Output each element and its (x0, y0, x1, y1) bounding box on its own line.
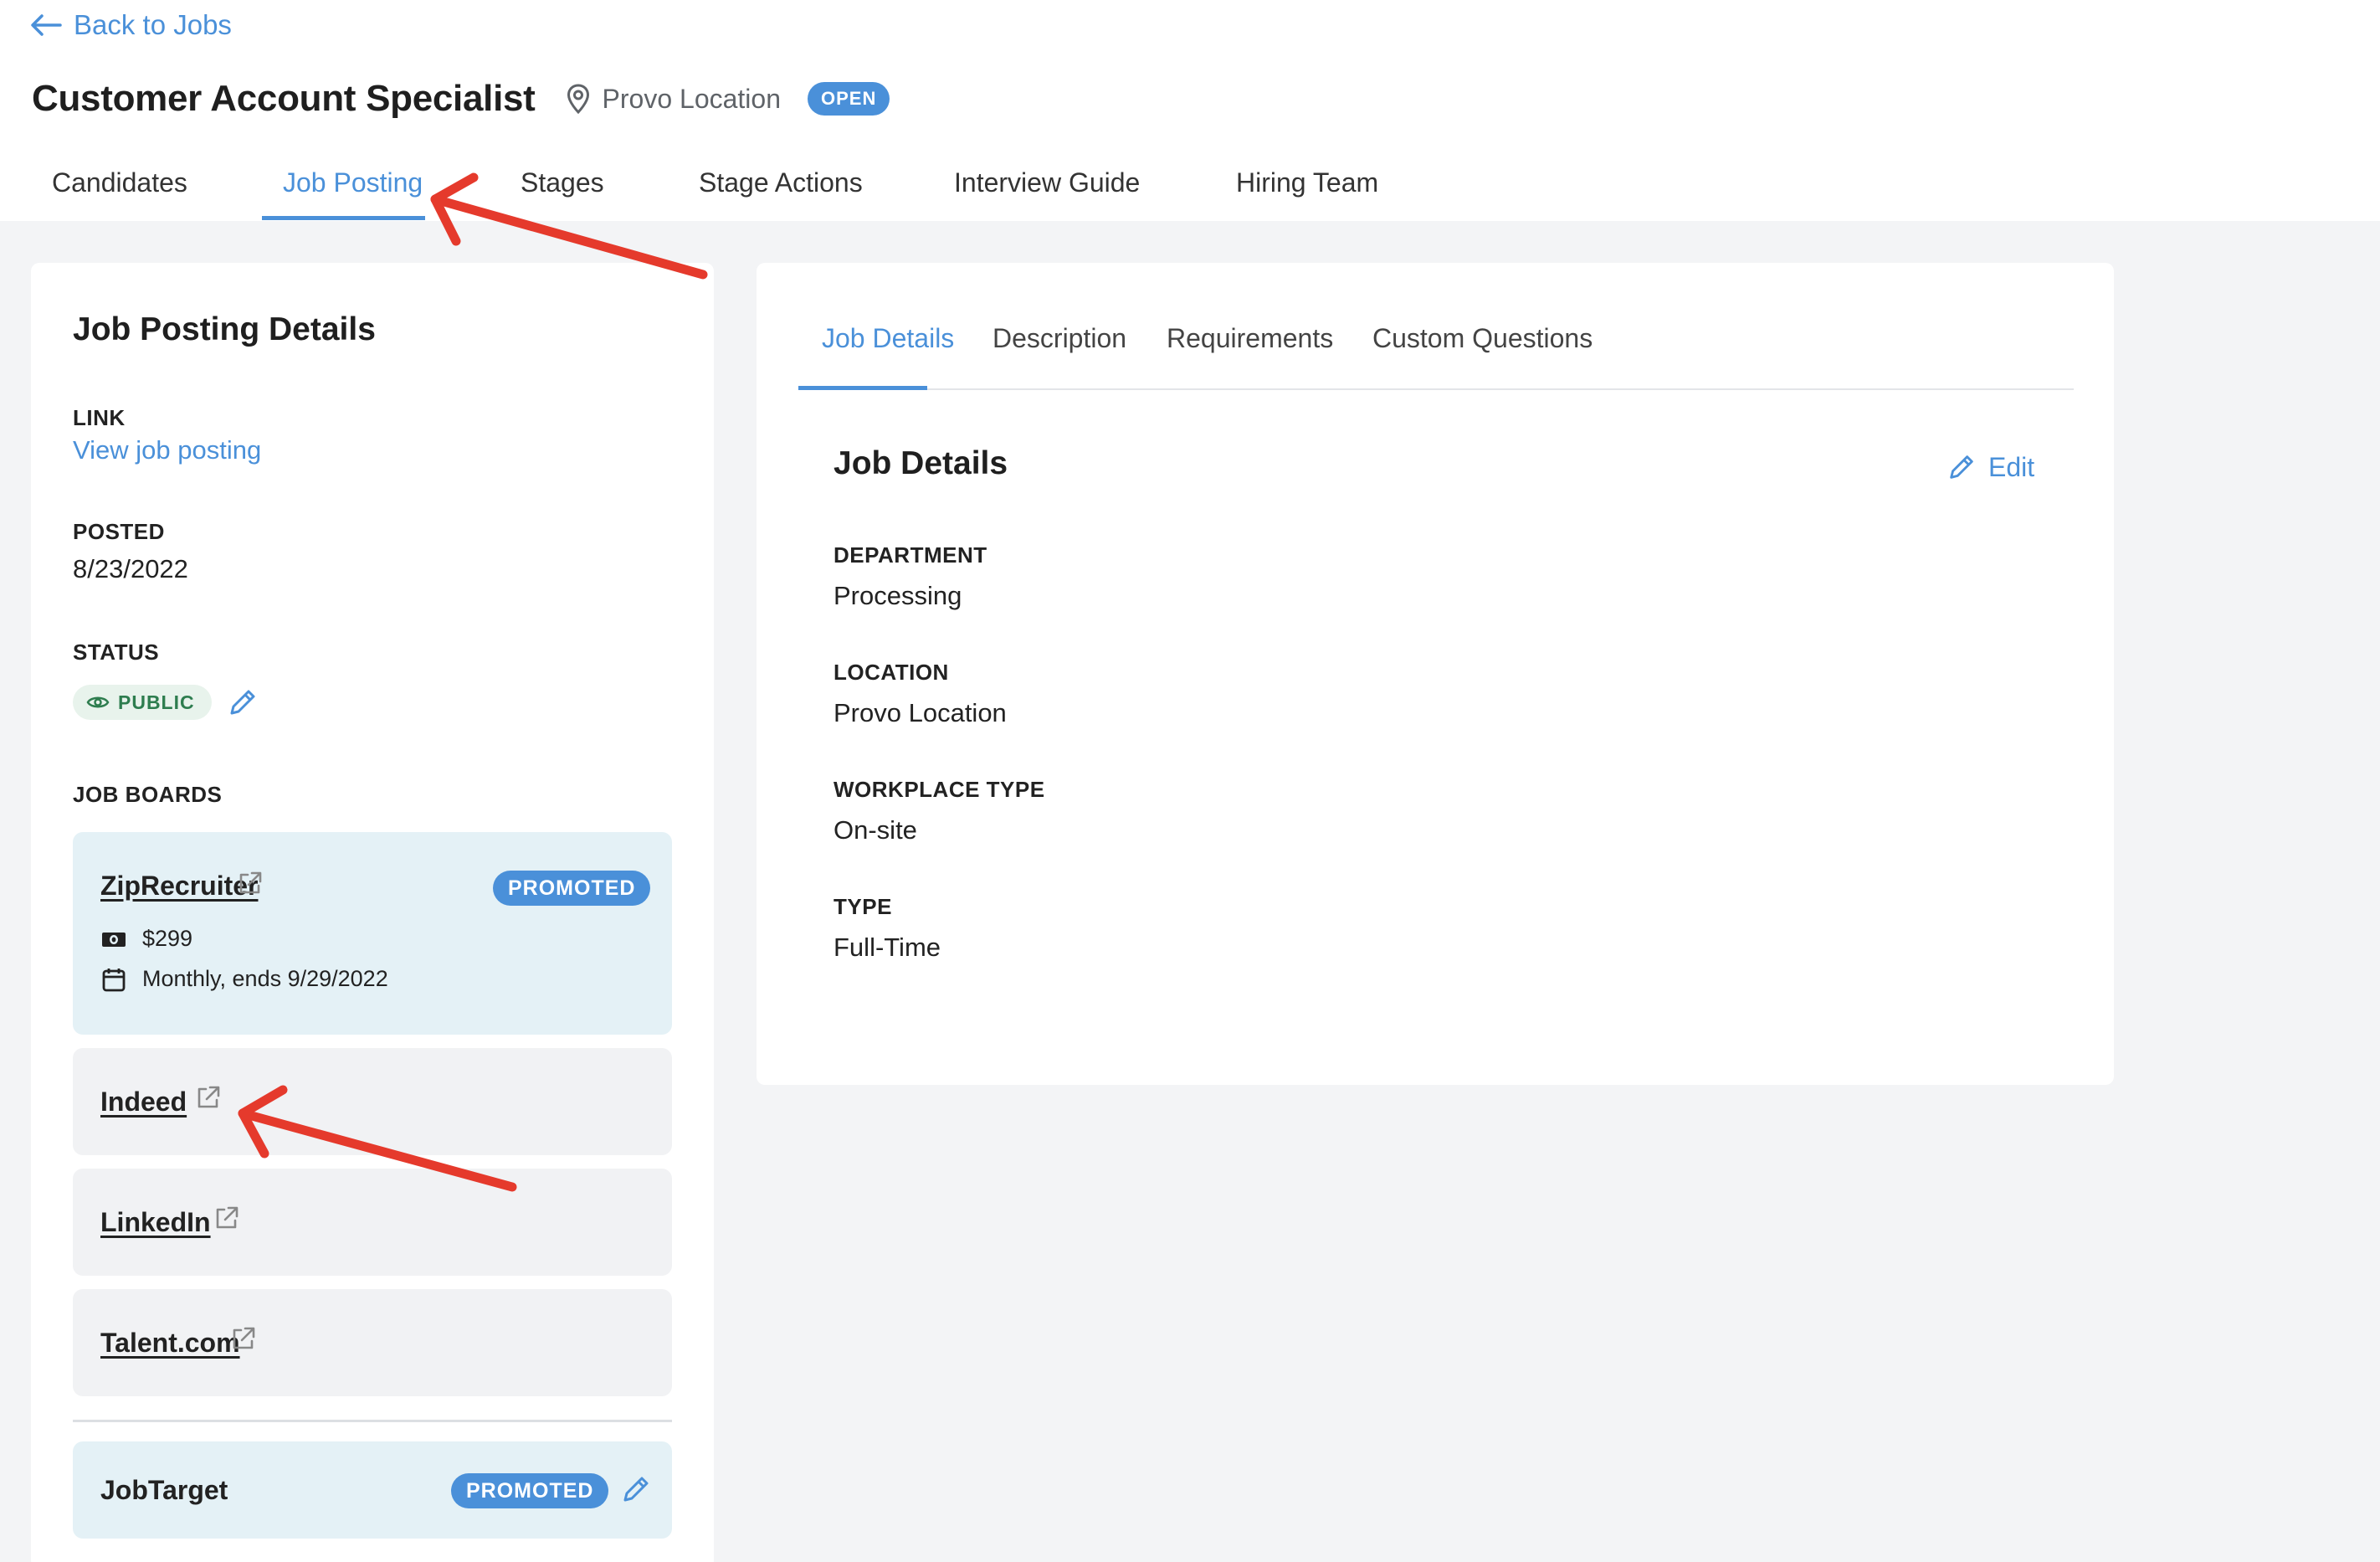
tab-stages[interactable]: Stages (521, 159, 604, 221)
main-tabs: Candidates Job Posting Stages Stage Acti… (0, 159, 1506, 221)
link-label: LINK (73, 405, 126, 430)
page-header: Back to Jobs Customer Account Specialist… (0, 0, 2380, 221)
job-details-card: Job Details Description Requirements Cus… (757, 263, 2114, 1085)
edit-button[interactable]: Edit (1947, 447, 2034, 487)
job-title-row: Customer Account Specialist Provo Locati… (32, 74, 890, 124)
eye-icon (86, 696, 110, 708)
tab-interview-guide[interactable]: Interview Guide (954, 159, 1140, 221)
public-status-label: PUBLIC (118, 691, 195, 713)
promoted-badge: PROMOTED (451, 1473, 609, 1508)
job-board-indeed: Indeed (73, 1048, 672, 1155)
tab-candidates[interactable]: Candidates (52, 159, 187, 221)
job-location: Provo Location (602, 83, 781, 114)
job-posting-details-card: Job Posting Details LINK View job postin… (31, 263, 714, 1562)
job-details-heading: Job Details (834, 445, 1008, 481)
posted-date: 8/23/2022 (73, 554, 188, 583)
board-price: $299 (100, 926, 192, 952)
type-value: Full-Time (834, 933, 941, 962)
location-pin-icon (567, 84, 589, 115)
tab-hiring-team[interactable]: Hiring Team (1236, 159, 1378, 221)
board-schedule-value: Monthly, ends 9/29/2022 (142, 966, 388, 991)
talent-com-link[interactable]: Talent.com (100, 1328, 240, 1359)
public-status-badge: PUBLIC (73, 685, 212, 720)
linkedin-link[interactable]: LinkedIn (100, 1207, 211, 1238)
back-to-jobs-label: Back to Jobs (74, 9, 232, 40)
type-label: TYPE (834, 894, 892, 919)
department-value: Processing (834, 581, 962, 610)
tab-job-posting[interactable]: Job Posting (283, 159, 423, 221)
boards-divider (73, 1420, 672, 1422)
posted-label: POSTED (73, 519, 165, 544)
back-to-jobs-link[interactable]: Back to Jobs (30, 7, 232, 44)
job-title: Customer Account Specialist (32, 78, 536, 119)
board-price-value: $299 (142, 926, 193, 951)
pencil-icon[interactable] (227, 686, 259, 718)
money-icon (102, 932, 126, 947)
external-link-icon[interactable] (229, 1324, 258, 1353)
pencil-icon (1950, 455, 1973, 479)
card-heading: Job Posting Details (73, 311, 376, 347)
active-subtab-indicator (798, 386, 927, 390)
ziprecruiter-link[interactable]: ZipRecruiter (100, 871, 258, 902)
active-tab-indicator (262, 216, 425, 220)
pencil-icon[interactable] (620, 1473, 652, 1505)
workplace-type-label: WORKPLACE TYPE (834, 777, 1045, 802)
job-board-linkedin: LinkedIn (73, 1169, 672, 1276)
tab-job-details[interactable]: Job Details (822, 323, 954, 354)
location-label: LOCATION (834, 660, 949, 685)
promoted-badge: PROMOTED (493, 871, 651, 906)
indeed-link[interactable]: Indeed (100, 1087, 187, 1118)
calendar-icon (102, 968, 126, 991)
tab-description[interactable]: Description (993, 323, 1126, 354)
external-link-icon[interactable] (236, 869, 264, 897)
external-link-icon[interactable] (213, 1204, 241, 1232)
department-label: DEPARTMENT (834, 542, 987, 568)
job-board-jobtarget: JobTarget PROMOTED (73, 1441, 672, 1539)
board-schedule: Monthly, ends 9/29/2022 (100, 966, 388, 992)
view-job-posting-link[interactable]: View job posting (73, 435, 261, 465)
location-value: Provo Location (834, 698, 1007, 727)
status-label: STATUS (73, 640, 160, 665)
tab-stage-actions[interactable]: Stage Actions (699, 159, 863, 221)
edit-label: Edit (1988, 451, 2035, 482)
arrow-left-icon (31, 14, 62, 36)
job-board-ziprecruiter: ZipRecruiter PROMOTED $299 Monthly, ends… (73, 832, 672, 1035)
job-boards-label: JOB BOARDS (73, 782, 223, 807)
detail-tabs: Job Details Description Requirements Cus… (798, 323, 2074, 390)
status-badge: OPEN (808, 82, 890, 116)
jobtarget-name: JobTarget (100, 1475, 228, 1505)
external-link-icon[interactable] (194, 1083, 223, 1112)
tab-requirements[interactable]: Requirements (1167, 323, 1333, 354)
workplace-type-value: On-site (834, 815, 917, 845)
job-board-talent: Talent.com (73, 1289, 672, 1396)
tab-custom-questions[interactable]: Custom Questions (1372, 323, 1593, 354)
